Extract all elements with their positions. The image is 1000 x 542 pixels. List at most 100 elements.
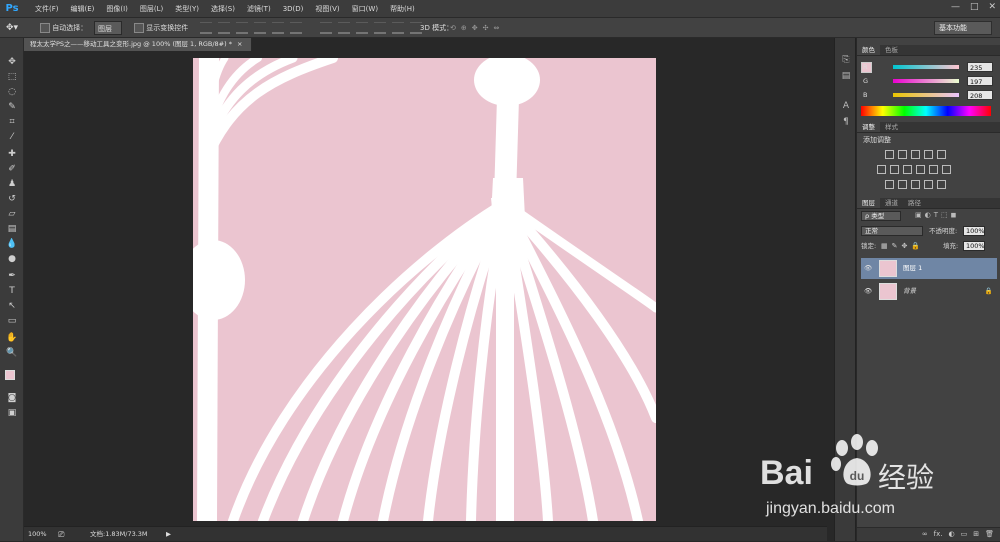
distribute-bottom-icon[interactable]	[356, 22, 368, 34]
maximize-button[interactable]: □	[970, 2, 979, 12]
workspace-dropdown[interactable]: 基本功能	[934, 21, 992, 35]
exposure-icon[interactable]	[924, 150, 933, 159]
red-track[interactable]	[893, 65, 959, 69]
auto-select-dropdown[interactable]: 图层	[94, 21, 122, 35]
paragraph-panel-icon[interactable]: ¶	[840, 116, 852, 128]
status-menu-arrow-icon[interactable]: ▶	[166, 527, 171, 542]
zoom-level[interactable]: 100%	[28, 527, 47, 542]
document-tab[interactable]: 程太太学PS之——移动工具之变形.jpg @ 100% (图层 1, RGB/8…	[24, 38, 252, 51]
tab-adjustments[interactable]: 调整	[857, 122, 880, 132]
brush-tool-icon[interactable]: ✐	[6, 163, 18, 175]
eye-icon[interactable]: 👁	[864, 281, 872, 302]
align-right-icon[interactable]	[290, 22, 302, 34]
blue-track[interactable]	[893, 93, 959, 97]
color-lookup-icon[interactable]	[942, 165, 951, 174]
tab-styles[interactable]: 样式	[880, 122, 903, 132]
menu-item[interactable]: 选择(S)	[205, 0, 241, 18]
distribute-left-icon[interactable]	[374, 22, 386, 34]
posterize-icon[interactable]	[898, 180, 907, 189]
color-spectrum-bar[interactable]	[861, 106, 991, 116]
properties-panel-icon[interactable]: ▤	[840, 70, 852, 82]
blend-mode-dropdown[interactable]: 正常	[861, 226, 923, 236]
3d-tools-icons[interactable]: ⟲⊕✥✣⇔	[450, 21, 504, 35]
menu-item[interactable]: 类型(Y)	[169, 0, 205, 18]
layer-filter-icons[interactable]: ▣◐T⬚◼	[915, 211, 959, 219]
tab-close-icon[interactable]: ×	[237, 40, 242, 48]
gradient-map-icon[interactable]	[924, 180, 933, 189]
selective-color-icon[interactable]	[937, 180, 946, 189]
opacity-input[interactable]: 100%	[963, 226, 985, 236]
tab-channels[interactable]: 通道	[880, 198, 903, 208]
new-layer-icon[interactable]: ⊞	[973, 530, 979, 538]
minimize-button[interactable]: —	[951, 2, 960, 12]
marquee-tool-icon[interactable]: ⬚	[6, 71, 18, 83]
align-hcenter-icon[interactable]	[272, 22, 284, 34]
menu-item[interactable]: 视图(V)	[309, 0, 345, 18]
blue-value[interactable]: 208	[967, 90, 993, 100]
zoom-tool-icon[interactable]: 🔍	[6, 347, 18, 359]
layer-name[interactable]: 背景	[903, 281, 916, 302]
photo-filter-icon[interactable]	[916, 165, 925, 174]
menu-item[interactable]: 3D(D)	[277, 0, 310, 18]
lock-icons[interactable]: ▦✎✥🔒	[881, 241, 924, 251]
hue-saturation-icon[interactable]	[877, 165, 886, 174]
distribute-top-icon[interactable]	[320, 22, 332, 34]
blur-tool-icon[interactable]: 💧	[6, 238, 18, 250]
fill-input[interactable]: 100%	[963, 241, 985, 251]
close-button[interactable]: ✕	[988, 2, 996, 12]
tab-layers[interactable]: 图层	[857, 198, 880, 208]
menu-item[interactable]: 滤镜(T)	[241, 0, 277, 18]
black-white-icon[interactable]	[903, 165, 912, 174]
layer-filter-dropdown[interactable]: ρ 类型	[861, 211, 901, 221]
layer-style-icon[interactable]: fx.	[934, 530, 943, 538]
green-track[interactable]	[893, 79, 959, 83]
healing-tool-icon[interactable]: ✚	[6, 148, 18, 160]
tab-swatches[interactable]: 色板	[880, 45, 903, 55]
character-panel-icon[interactable]: A	[840, 100, 852, 112]
distribute-vcenter-icon[interactable]	[338, 22, 350, 34]
menu-item[interactable]: 图层(L)	[134, 0, 169, 18]
menu-item[interactable]: 文件(F)	[29, 0, 65, 18]
layer-row[interactable]: 👁 背景 🔒	[861, 281, 997, 302]
clone-stamp-tool-icon[interactable]: ♟	[6, 178, 18, 190]
green-value[interactable]: 197	[967, 76, 993, 86]
threshold-icon[interactable]	[911, 180, 920, 189]
pen-tool-icon[interactable]: ✒	[6, 270, 18, 282]
menu-item[interactable]: 帮助(H)	[384, 0, 421, 18]
show-transform-checkbox[interactable]: 显示变换控件	[134, 21, 188, 35]
align-top-icon[interactable]	[200, 22, 212, 34]
red-slider[interactable]: R 235	[863, 62, 997, 72]
layer-name[interactable]: 图层 1	[903, 258, 922, 279]
vibrance-icon[interactable]	[937, 150, 946, 159]
align-bottom-icon[interactable]	[236, 22, 248, 34]
quick-select-tool-icon[interactable]: ✎	[6, 101, 18, 113]
align-vcenter-icon[interactable]	[218, 22, 230, 34]
history-brush-tool-icon[interactable]: ↺	[6, 193, 18, 205]
channel-mixer-icon[interactable]	[929, 165, 938, 174]
move-tool-preset[interactable]: ✥▾	[6, 21, 18, 35]
menu-item[interactable]: 编辑(E)	[65, 0, 101, 18]
brightness-icon[interactable]	[885, 150, 894, 159]
menu-item[interactable]: 图像(I)	[100, 0, 134, 18]
align-left-icon[interactable]	[254, 22, 266, 34]
shape-tool-icon[interactable]: ▭	[6, 315, 18, 327]
gradient-tool-icon[interactable]: ▤	[6, 223, 18, 235]
menu-item[interactable]: 窗口(W)	[346, 0, 384, 18]
quick-mask-icon[interactable]: ◙	[6, 392, 18, 404]
color-balance-icon[interactable]	[890, 165, 899, 174]
green-slider[interactable]: G 197	[863, 76, 997, 86]
adjustment-layer-icon[interactable]: ◐	[949, 530, 955, 538]
red-value[interactable]: 235	[967, 62, 993, 72]
screen-mode-icon[interactable]: ▣	[6, 407, 18, 419]
auto-select-checkbox[interactable]: 自动选择：	[40, 21, 87, 35]
type-tool-icon[interactable]: T	[6, 285, 18, 297]
eraser-tool-icon[interactable]: ▱	[6, 208, 18, 220]
path-select-tool-icon[interactable]: ↖	[6, 300, 18, 312]
delete-layer-icon[interactable]: 🗑	[985, 530, 994, 538]
layer-mask-icon[interactable]: ▭	[961, 530, 968, 538]
tab-paths[interactable]: 路径	[903, 198, 926, 208]
move-tool-icon[interactable]: ✥	[6, 56, 18, 68]
crop-tool-icon[interactable]: ⌗	[6, 116, 18, 128]
foreground-color-swatch[interactable]	[5, 370, 15, 380]
document-canvas[interactable]	[193, 58, 656, 521]
